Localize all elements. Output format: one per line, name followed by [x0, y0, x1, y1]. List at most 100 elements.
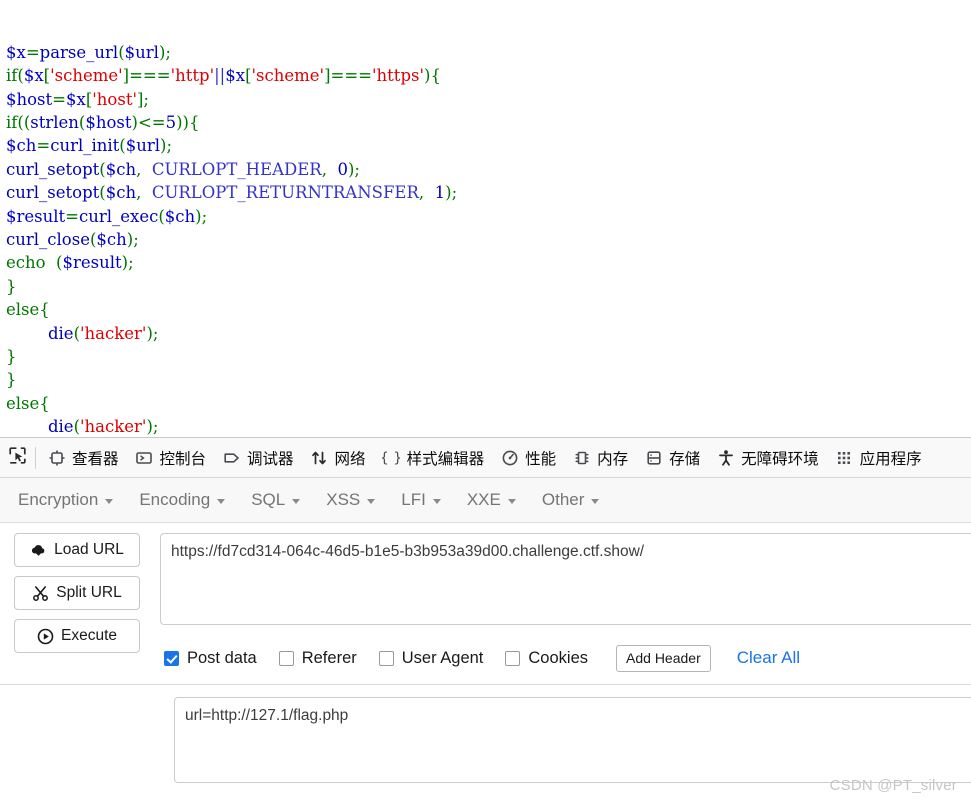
hackbar-checkbox-group: Post data Referer User Agent Cookies [164, 649, 610, 668]
network-icon [310, 448, 329, 467]
hackbar-menu-other[interactable]: Other [542, 490, 600, 510]
devtools-tab-style-editor[interactable]: { } 样式编辑器 [374, 439, 493, 477]
code-token: 5 [165, 112, 177, 132]
hackbar-menu-lfi[interactable]: LFI [401, 490, 441, 510]
chevron-down-icon [432, 499, 441, 504]
code-token: $x [66, 89, 86, 109]
code-line: $x=parse_url($url); [6, 41, 971, 64]
devtools-tab-label: 调试器 [247, 450, 294, 468]
code-token: ; [165, 42, 171, 62]
devtools-tab-application[interactable]: 应用程序 [827, 439, 930, 477]
hackbar-action-label: Execute [60, 627, 117, 644]
checkbox-cookies[interactable]: Cookies [505, 649, 588, 668]
code-token: $url [125, 136, 161, 156]
devtools-tab-label: 无障碍环境 [741, 450, 819, 468]
clear-all-link[interactable]: Clear All [737, 648, 800, 668]
post-data-input[interactable]: url=http://127.1/flag.php [174, 697, 971, 783]
code-token: ; [152, 323, 159, 343]
hackbar-menu-encryption[interactable]: Encryption [18, 490, 114, 510]
add-header-button[interactable]: Add Header [616, 644, 711, 672]
console-icon [135, 448, 154, 467]
checkbox-label: Post data [187, 648, 257, 667]
devtools-tab-storage[interactable]: 存储 [636, 439, 708, 477]
devtools-tab-debugger[interactable]: 调试器 [214, 439, 302, 477]
checkbox-label: Referer [301, 648, 357, 667]
element-picker-button[interactable] [0, 439, 34, 477]
code-token: die [47, 417, 74, 437]
code-token: )) [176, 112, 189, 132]
checkbox-referer[interactable]: Referer [278, 648, 357, 668]
code-token: $result [62, 253, 122, 273]
checkbox-label: User Agent [401, 648, 484, 667]
scissors-icon [32, 585, 49, 602]
devtools-tab-network[interactable]: 网络 [302, 439, 374, 477]
hackbar-menu-xss[interactable]: XSS [326, 490, 376, 510]
devtools-tab-inspector[interactable]: 查看器 [39, 439, 127, 477]
code-token: === [129, 66, 171, 86]
style-editor-icon: { } [382, 448, 401, 467]
code-token: <= [137, 112, 166, 132]
code-token: $ch [105, 183, 137, 203]
code-token: } [6, 276, 17, 296]
code-token: { [39, 393, 50, 413]
hackbar-menu-label: XSS [326, 490, 361, 509]
code-token: , [418, 183, 435, 203]
code-token: ; [133, 229, 139, 249]
url-input[interactable]: https://fd7cd314-064c-46d5-b1e5-b3b953a3… [160, 533, 971, 625]
code-token: ( [50, 253, 63, 273]
devtools-tab-label: 应用程序 [859, 450, 922, 468]
hackbar-menu-label: LFI [401, 490, 426, 509]
hackbar-menu-sql[interactable]: SQL [251, 490, 301, 510]
split-url-button[interactable]: Split URL [14, 576, 140, 610]
checkbox-box[interactable] [164, 650, 179, 666]
hackbar-menu-list: Encryption Encoding SQL XSS LFI XXE Other [18, 490, 625, 510]
hackbar-menu-xxe[interactable]: XXE [467, 490, 516, 510]
devtools-tab-console[interactable]: 控制台 [127, 439, 215, 477]
checkbox-post-data[interactable]: Post data [164, 649, 257, 668]
code-token: CURLOPT_RETURNTRANSFER [151, 183, 419, 203]
devtools-tab-memory[interactable]: 内存 [564, 439, 636, 477]
code-token: { [189, 112, 200, 132]
load-url-button[interactable]: Load URL [14, 533, 140, 567]
code-token: curl_init [50, 136, 120, 156]
code-token: === [330, 66, 373, 86]
code-line: if((strlen($host)<=5)){ [6, 111, 971, 134]
toolbar-separator [35, 446, 36, 469]
code-token: 'hacker' [80, 417, 147, 437]
checkbox-box[interactable] [278, 650, 294, 666]
execute-button[interactable]: Execute [14, 619, 140, 653]
code-token: $ch [96, 229, 127, 249]
checkbox-user-agent[interactable]: User Agent [378, 648, 484, 668]
hackbar-action-list: Load URL Split URL Execute [14, 533, 160, 653]
hackbar-menu-label: Encoding [139, 490, 211, 509]
code-line: echo ($result); [6, 251, 971, 274]
devtools-tab-label: 存储 [669, 450, 701, 468]
code-token: { [430, 66, 441, 86]
hackbar-panel: Encryption Encoding SQL XSS LFI XXE Other Load… [0, 478, 971, 803]
code-token: $x [23, 66, 44, 86]
code-token: 1 [434, 183, 446, 203]
watermark-text: CSDN @PT_silver [829, 777, 957, 794]
hackbar-postdata-section: url=http://127.1/flag.php [0, 684, 971, 783]
code-line: else{ [6, 298, 971, 321]
code-token: , [321, 159, 338, 179]
code-token: ; [128, 253, 134, 273]
devtools-tab-accessibility[interactable]: 无障碍环境 [708, 439, 827, 477]
code-line: curl_setopt($ch, CURLOPT_RETURNTRANSFER,… [6, 181, 971, 204]
code-token: $url [124, 42, 159, 62]
code-token: $ch [105, 159, 137, 179]
postdata-wrapper: url=http://127.1/flag.php [0, 685, 971, 783]
hackbar-action-label: Load URL [54, 541, 124, 558]
devtools-tab-performance[interactable]: 性能 [492, 439, 564, 477]
chevron-down-icon [507, 499, 516, 504]
code-token: $ch [164, 206, 196, 226]
checkbox-box[interactable] [505, 650, 521, 666]
code-token: curl_setopt [6, 183, 100, 203]
checkbox-box[interactable] [378, 650, 394, 666]
code-token: ; [201, 206, 208, 226]
code-block[interactable]: $x=parse_url($url); if($x['scheme']==='ht… [0, 0, 971, 437]
devtools-toolbar: 查看器 控制台 调试器 网络 { } 样式编辑器 性能 内存 存储 无障碍环境 应用程序 [0, 437, 971, 478]
storage-icon [644, 448, 663, 467]
hackbar-menu-encoding[interactable]: Encoding [139, 490, 226, 510]
chevron-down-icon [292, 499, 301, 504]
